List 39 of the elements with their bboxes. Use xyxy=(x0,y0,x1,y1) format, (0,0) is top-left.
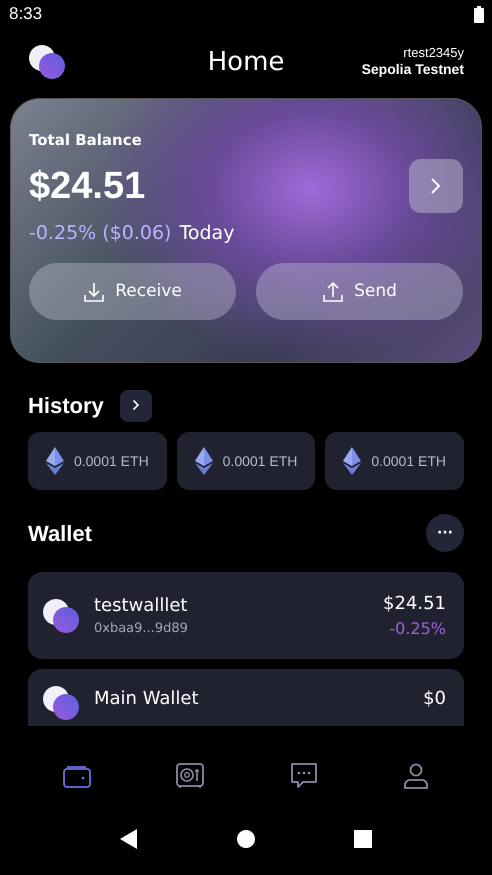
ethereum-icon xyxy=(46,447,64,475)
change-period: Today xyxy=(179,220,234,246)
account-name: rtest2345y xyxy=(402,45,464,62)
wallet-avatar-icon xyxy=(42,598,80,634)
wallet-change: -0.25% xyxy=(388,618,446,640)
receive-button[interactable]: Receive xyxy=(29,263,236,320)
network-name: Sepolia Testnet xyxy=(362,61,464,79)
balance-label: Total Balance xyxy=(29,130,143,151)
recents-icon[interactable] xyxy=(354,830,372,848)
history-item[interactable]: 0.0001 ETH xyxy=(325,432,464,490)
history-item[interactable]: 0.0001 ETH xyxy=(28,432,167,490)
back-icon[interactable] xyxy=(120,829,138,849)
status-time: 8:33 xyxy=(9,3,42,26)
balance-amount: $24.51 xyxy=(29,164,146,208)
history-button[interactable] xyxy=(120,390,152,422)
section-title: Wallet xyxy=(28,520,92,548)
chevron-right-icon xyxy=(430,177,442,195)
section-title: History xyxy=(28,392,104,420)
chevron-right-icon xyxy=(132,399,140,412)
wallet-balance: $0 xyxy=(423,687,446,711)
wallet-name: Main Wallet xyxy=(94,687,200,711)
ethereum-icon xyxy=(343,447,362,475)
battery-icon xyxy=(474,6,484,22)
balance-change: -0.25% ($0.06) xyxy=(29,220,172,246)
wallet-card[interactable]: Main Wallet $0 xyxy=(28,669,464,726)
wallet-card[interactable]: testwalllet 0xbaa9...9d89 $24.51 -0.25% xyxy=(28,572,464,659)
wallet-address: 0xbaa9...9d89 xyxy=(94,620,189,638)
wallet-name: testwalllet xyxy=(94,594,188,618)
page-title: Home xyxy=(208,46,284,78)
more-button[interactable]: ··· xyxy=(426,514,464,552)
wallet-balance: $24.51 xyxy=(383,592,446,616)
upload-icon xyxy=(322,280,344,302)
logo-icon xyxy=(28,44,66,80)
history-item[interactable]: 0.0001 ETH xyxy=(176,432,316,490)
download-icon xyxy=(83,280,106,302)
home-icon[interactable] xyxy=(236,830,255,848)
send-button[interactable]: Send xyxy=(256,263,463,320)
ethereum-icon xyxy=(194,447,213,475)
wallet-avatar-icon xyxy=(42,685,80,721)
